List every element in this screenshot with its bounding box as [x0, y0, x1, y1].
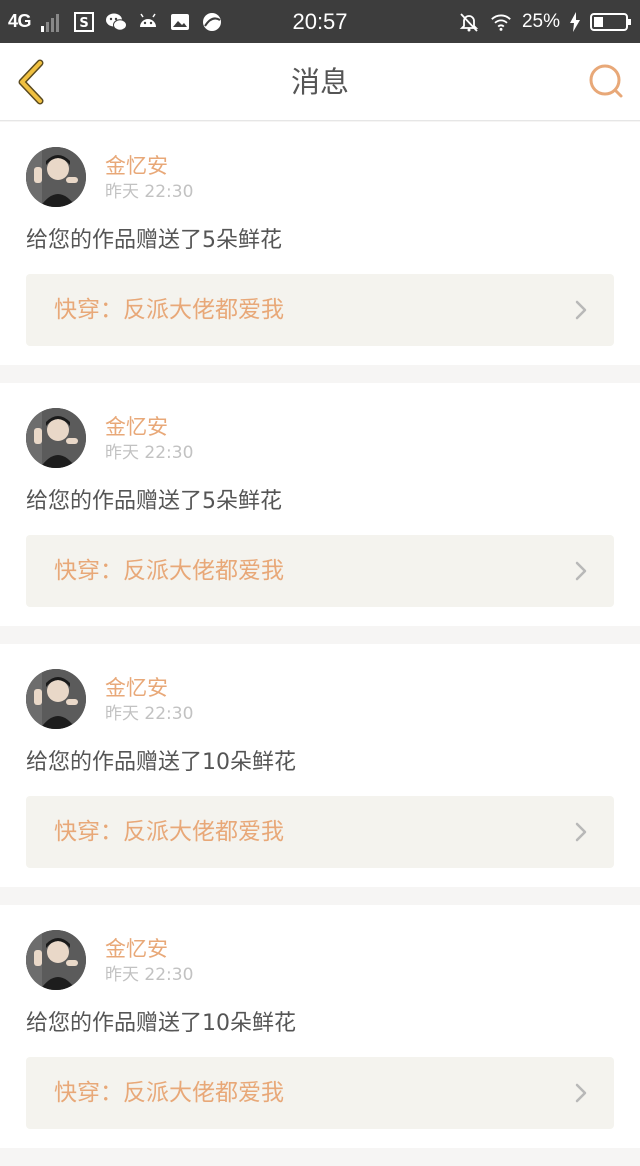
- work-title: 快穿：反派大佬都爱我: [54, 558, 284, 584]
- status-right: 25%: [458, 0, 632, 43]
- timestamp: 昨天 22:30: [105, 443, 194, 463]
- avatar[interactable]: [26, 669, 86, 729]
- search-icon: [589, 64, 623, 98]
- avatar[interactable]: [26, 147, 86, 207]
- status-bar: 4G S 20:57 25%: [0, 0, 640, 43]
- work-title: 快穿：反派大佬都爱我: [54, 297, 284, 323]
- nav-header: 消息: [0, 43, 640, 121]
- network-type: 4G: [8, 11, 32, 31]
- work-title: 快穿：反派大佬都爱我: [54, 1080, 284, 1106]
- work-title: 快穿：反派大佬都爱我: [54, 819, 284, 845]
- battery-icon: [590, 12, 631, 31]
- message-card: 金忆安 昨天 22:30 给您的作品赠送了10朵鲜花 快穿：反派大佬都爱我: [0, 905, 640, 1148]
- message-card: 金忆安 昨天 22:30 给您的作品赠送了5朵鲜花 快穿：反派大佬都爱我: [0, 383, 640, 626]
- android-icon: [140, 13, 157, 27]
- message-card: 金忆安 昨天 22:30 给您的作品赠送了10朵鲜花 快穿：反派大佬都爱我: [0, 644, 640, 887]
- work-link[interactable]: 快穿：反派大佬都爱我: [26, 535, 614, 607]
- status-left: 4G S: [8, 0, 223, 43]
- mute-icon: [459, 12, 479, 32]
- svg-text:S: S: [79, 16, 88, 31]
- browser-icon: [203, 12, 222, 31]
- page-title: 消息: [290, 65, 349, 99]
- charging-icon: [570, 11, 580, 32]
- wechat-icon: [106, 13, 128, 31]
- message-text: 给您的作品赠送了10朵鲜花: [26, 750, 296, 775]
- message-card: 金忆安 昨天 22:30 给您的作品赠送了5朵鲜花 快穿：反派大佬都爱我: [0, 122, 640, 365]
- message-text: 给您的作品赠送了5朵鲜花: [26, 489, 282, 514]
- sender-name[interactable]: 金忆安: [105, 413, 168, 441]
- message-text: 给您的作品赠送了10朵鲜花: [26, 1011, 296, 1036]
- work-link[interactable]: 快穿：反派大佬都爱我: [26, 796, 614, 868]
- gallery-icon: [171, 13, 190, 30]
- s-app-icon: S: [74, 11, 95, 32]
- wifi-icon: [491, 14, 511, 31]
- search-button[interactable]: [586, 61, 626, 101]
- chevron-left-icon: [18, 59, 44, 105]
- chevron-right-icon: [575, 822, 587, 842]
- work-link[interactable]: 快穿：反派大佬都爱我: [26, 1057, 614, 1129]
- work-link[interactable]: 快穿：反派大佬都爱我: [26, 274, 614, 346]
- timestamp: 昨天 22:30: [105, 704, 194, 724]
- message-list: 金忆安 昨天 22:30 给您的作品赠送了5朵鲜花 快穿：反派大佬都爱我 金忆安…: [0, 122, 640, 1166]
- signal-icon: [41, 13, 60, 32]
- timestamp: 昨天 22:30: [105, 965, 194, 985]
- chevron-right-icon: [575, 1083, 587, 1103]
- back-button[interactable]: [12, 57, 56, 107]
- chevron-right-icon: [575, 300, 587, 320]
- battery-percent: 25%: [521, 10, 560, 32]
- avatar[interactable]: [26, 408, 86, 468]
- sender-name[interactable]: 金忆安: [105, 674, 168, 702]
- timestamp: 昨天 22:30: [105, 182, 194, 202]
- sender-name[interactable]: 金忆安: [105, 152, 168, 180]
- message-text: 给您的作品赠送了5朵鲜花: [26, 228, 282, 253]
- sender-name[interactable]: 金忆安: [105, 935, 168, 963]
- avatar[interactable]: [26, 930, 86, 990]
- chevron-right-icon: [575, 561, 587, 581]
